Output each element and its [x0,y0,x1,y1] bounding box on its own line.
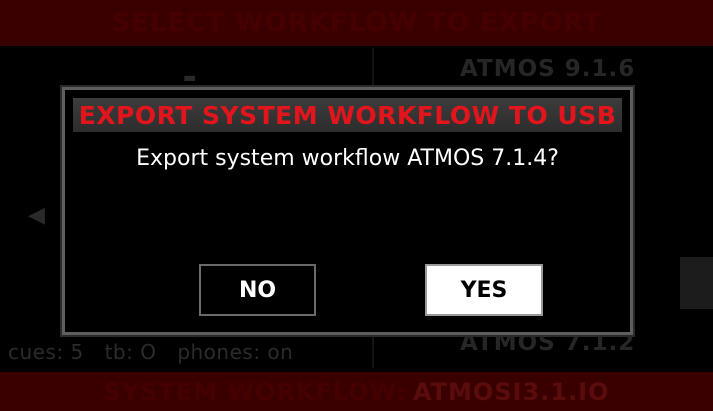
no-button[interactable]: NO [199,264,316,316]
status-bar: cues: 5 tb: O phones: on [8,340,307,364]
side-button[interactable] [680,257,713,309]
slider-icon: ▬ [183,70,197,86]
workflow-item[interactable]: ATMOS 9.1.6 [460,56,635,82]
screen-title: SELECT WORKFLOW TO EXPORT [111,8,602,38]
dialog-message: Export system workflow ATMOS 7.1.4? [136,146,559,171]
footer-value: ATMOSI3.1.IO [412,377,610,406]
screen-header: SELECT WORKFLOW TO EXPORT [0,0,713,46]
export-dialog: EXPORT SYSTEM WORKFLOW TO USB Export sys… [62,87,633,335]
footer-label: SYSTEM WORKFLOW: [103,377,407,406]
talkback-status: tb: O [104,340,157,364]
phones-status: phones: on [177,340,294,364]
cues-status: cues: 5 [8,340,84,364]
screen-footer: SYSTEM WORKFLOW: ATMOSI3.1.IO [0,372,713,411]
speaker-icon: ◀ [28,203,45,228]
dialog-title: EXPORT SYSTEM WORKFLOW TO USB [73,98,622,132]
yes-button[interactable]: YES [425,264,543,316]
